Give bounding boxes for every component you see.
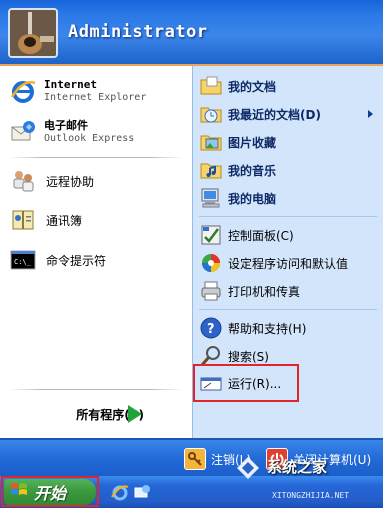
pinned-item-internet[interactable]: Internet Internet Explorer xyxy=(8,76,146,106)
right-divider xyxy=(199,309,377,310)
recent-documents-icon xyxy=(199,102,223,126)
place-label: 打印机和传真 xyxy=(228,284,301,299)
place-label: 控制面板(C) xyxy=(228,228,294,243)
my-music-icon xyxy=(199,158,223,182)
place-my-documents[interactable]: 我的文档 xyxy=(199,74,276,98)
place-recent-documents[interactable]: 我最近的文档(D) xyxy=(199,102,321,126)
recent-item-label: 远程协助 xyxy=(46,174,95,189)
address-book-icon xyxy=(8,205,38,235)
submenu-arrow-icon xyxy=(368,110,373,118)
help-icon: ? xyxy=(199,316,223,340)
program-defaults-icon xyxy=(199,251,223,275)
right-divider xyxy=(199,216,377,217)
start-highlight-box xyxy=(1,476,99,507)
place-label: 设定程序访问和默认值 xyxy=(228,256,349,271)
watermark-url: XITONGZHIJIA.NET xyxy=(272,491,350,500)
start-menu-header: Administrator xyxy=(0,0,383,66)
pinned-item-subtitle: Internet Explorer xyxy=(44,92,147,103)
my-computer-icon xyxy=(199,186,223,210)
outlook-express-icon xyxy=(8,117,38,147)
place-label: 帮助和支持(H) xyxy=(228,321,307,336)
place-label: 搜索(S) xyxy=(228,349,269,364)
pinned-item-title: 电子邮件 xyxy=(44,119,88,132)
username-label: Administrator xyxy=(68,22,208,42)
place-printers[interactable]: 打印机和传真 xyxy=(199,279,300,303)
place-my-pictures[interactable]: 图片收藏 xyxy=(199,130,276,154)
printer-icon xyxy=(199,279,223,303)
run-highlight-box xyxy=(193,364,299,402)
recent-item-address-book[interactable]: 通讯簿 xyxy=(8,205,82,235)
place-label: 我的电脑 xyxy=(228,191,277,206)
recent-item-label: 命令提示符 xyxy=(46,253,107,268)
guitar-avatar-icon[interactable] xyxy=(8,8,58,58)
watermark-logo-icon xyxy=(235,455,261,481)
place-program-defaults[interactable]: 设定程序访问和默认值 xyxy=(199,251,348,275)
place-label: 我的文档 xyxy=(228,79,277,94)
my-pictures-icon xyxy=(199,130,223,154)
place-control-panel[interactable]: 控制面板(C) xyxy=(199,223,294,247)
place-label: 我最近的文档(D) xyxy=(228,107,321,122)
svg-text:C:\_: C:\_ xyxy=(14,258,32,266)
key-icon xyxy=(184,448,206,470)
place-label: 我的音乐 xyxy=(228,163,277,178)
remote-assistance-icon xyxy=(8,166,38,196)
pinned-item-title: Internet xyxy=(44,78,97,91)
pinned-item-email[interactable]: 电子邮件 Outlook Express xyxy=(8,117,134,147)
all-programs-arrow-icon xyxy=(128,405,142,423)
place-my-music[interactable]: 我的音乐 xyxy=(199,158,276,182)
svg-text:?: ? xyxy=(207,322,215,337)
quicklaunch-outlook-icon[interactable] xyxy=(132,482,152,502)
my-documents-icon xyxy=(199,74,223,98)
recent-item-label: 通讯簿 xyxy=(46,213,83,228)
quicklaunch-internet-explorer-icon[interactable] xyxy=(110,482,130,502)
place-label: 图片收藏 xyxy=(228,135,277,150)
command-prompt-icon: C:\_ xyxy=(8,245,38,275)
watermark-text: 系统之家 xyxy=(267,458,328,476)
place-help-support[interactable]: ? 帮助和支持(H) xyxy=(199,316,306,340)
pinned-item-subtitle: Outlook Express xyxy=(44,133,135,144)
recent-item-remote-assistance[interactable]: 远程协助 xyxy=(8,166,94,196)
left-pane: Internet Internet Explorer 电子邮件 Outlook … xyxy=(0,66,192,438)
all-programs-button[interactable]: 所有程序(P) xyxy=(0,390,192,438)
control-panel-icon xyxy=(199,223,223,247)
recent-item-command-prompt[interactable]: C:\_ 命令提示符 xyxy=(8,245,106,275)
internet-explorer-icon xyxy=(8,76,38,106)
left-divider xyxy=(8,157,184,158)
place-my-computer[interactable]: 我的电脑 xyxy=(199,186,276,210)
